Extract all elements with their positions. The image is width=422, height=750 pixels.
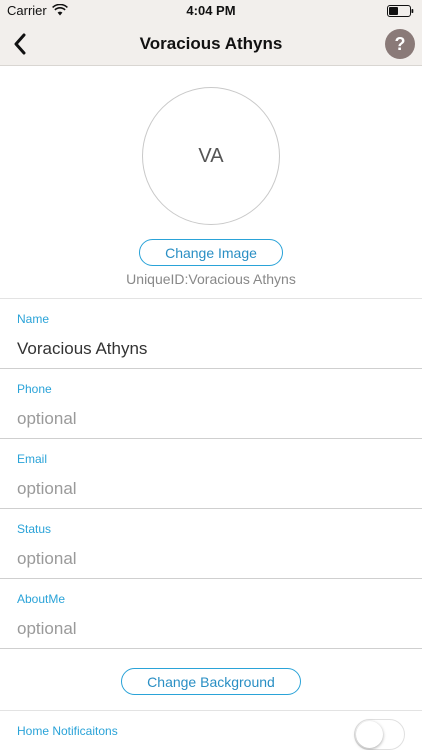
phone-label: Phone xyxy=(17,382,52,396)
email-field: Email xyxy=(0,439,422,509)
change-background-button[interactable]: Change Background xyxy=(121,668,301,695)
unique-id-label: UniqueID:Voracious Athyns xyxy=(126,271,296,287)
navigation-bar: Voracious Athyns ? xyxy=(0,22,422,66)
status-bar: Carrier 4:04 PM xyxy=(0,0,422,22)
page-title: Voracious Athyns xyxy=(139,34,283,53)
name-label: Name xyxy=(17,312,50,326)
change-image-button[interactable]: Change Image xyxy=(139,239,283,266)
home-notifications-label: Home Notificaitons xyxy=(17,724,118,738)
toggle-knob xyxy=(356,721,383,748)
status-label: Status xyxy=(17,522,52,536)
aboutme-field: AboutMe xyxy=(0,579,422,649)
email-label: Email xyxy=(17,452,48,466)
aboutme-input[interactable] xyxy=(17,616,407,642)
phone-field: Phone xyxy=(0,369,422,439)
question-icon: ? xyxy=(394,33,406,54)
email-input[interactable] xyxy=(17,476,407,502)
status-time: 4:04 PM xyxy=(186,3,236,18)
name-input[interactable] xyxy=(17,336,407,362)
aboutme-label: AboutMe xyxy=(17,592,66,606)
avatar[interactable]: VA xyxy=(142,87,280,225)
battery-icon xyxy=(387,5,414,17)
avatar-initials: VA xyxy=(198,144,224,167)
field-underline xyxy=(0,648,422,649)
home-notifications-toggle[interactable] xyxy=(354,719,405,750)
name-field: Name xyxy=(0,299,422,369)
back-button[interactable] xyxy=(6,28,34,60)
status-field: Status xyxy=(0,509,422,579)
status-input[interactable] xyxy=(17,546,407,572)
home-notifications-row: Home Notificaitons xyxy=(0,711,422,750)
help-button[interactable]: ? xyxy=(385,29,415,59)
phone-input[interactable] xyxy=(17,406,407,432)
chevron-left-icon xyxy=(14,33,26,55)
